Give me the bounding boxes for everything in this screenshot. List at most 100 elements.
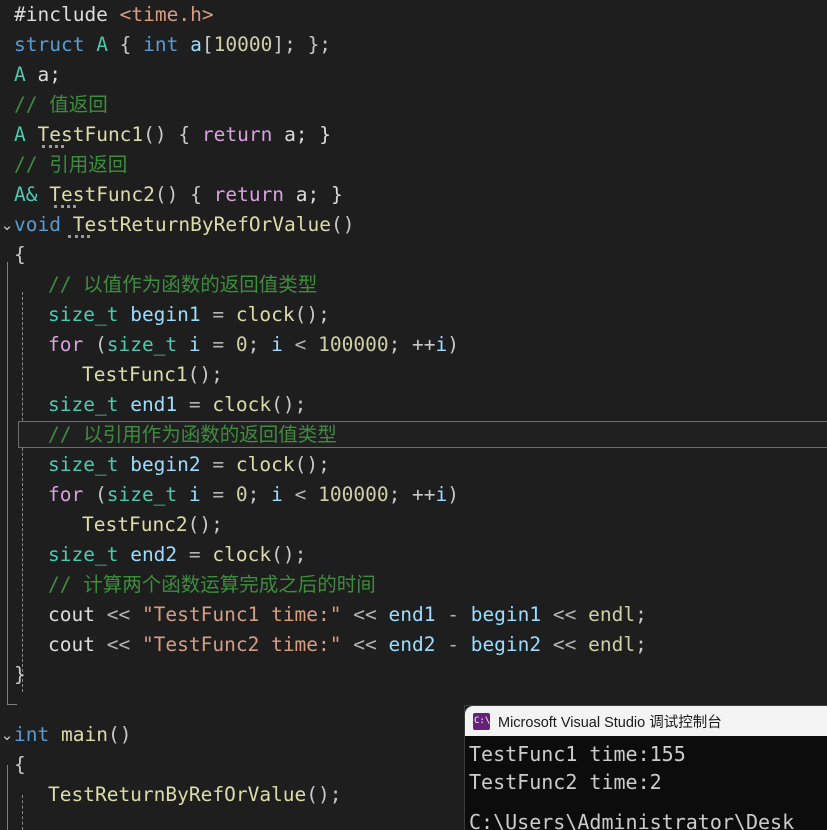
token-type: A xyxy=(14,123,26,146)
code-text: void TestReturnByRefOrValue() xyxy=(14,210,354,240)
code-line[interactable]: A& TestFunc2() { return a; } xyxy=(0,180,827,210)
fold-chevron-icon[interactable]: ⌄ xyxy=(0,720,14,750)
token-punct: ]; }; xyxy=(272,33,332,56)
code-text: size_t begin1 = clock(); xyxy=(48,300,330,330)
token-ctrl: return xyxy=(201,123,273,146)
token-var: i xyxy=(435,333,448,356)
token-op: << xyxy=(541,603,589,626)
token-op: = xyxy=(200,453,236,476)
token-str: <time.h> xyxy=(119,3,214,26)
token-plain: #include xyxy=(14,3,120,26)
token-punct: (); xyxy=(271,393,307,416)
code-line[interactable]: // 计算两个函数运算完成之后的时间 xyxy=(0,570,827,600)
code-line[interactable]: for (size_t i = 0; i < 100000; ++i) xyxy=(0,330,827,360)
code-text: // 以引用作为函数的返回值类型 xyxy=(48,420,337,450)
console-title-bar[interactable]: Microsoft Visual Studio 调试控制台 xyxy=(465,706,827,736)
token-op: = xyxy=(177,393,213,416)
token-var: begin1 xyxy=(130,303,201,326)
code-text: TestFunc1(); xyxy=(82,360,223,390)
code-line[interactable]: } xyxy=(0,660,827,690)
token-cmt: // 计算两个函数运算完成之后的时间 xyxy=(48,573,376,596)
token-type: size_t xyxy=(106,333,178,356)
token-type: size_t xyxy=(48,543,119,566)
token-num: 0 xyxy=(235,333,248,356)
code-line[interactable]: // 以引用作为函数的返回值类型 xyxy=(0,420,827,450)
token-op: = xyxy=(200,303,236,326)
code-line[interactable]: cout << "TestFunc1 time:" << end1 - begi… xyxy=(0,600,827,630)
code-line[interactable]: struct A { int a[10000]; }; xyxy=(0,30,827,60)
token-type: A xyxy=(96,33,108,56)
token-punct: () { xyxy=(143,123,202,146)
token-op: = xyxy=(177,543,213,566)
quick-action-hint-underline[interactable] xyxy=(42,142,64,148)
code-text: } xyxy=(14,660,26,690)
token-num: endl xyxy=(588,633,636,656)
quick-action-hint-underline[interactable] xyxy=(54,202,76,208)
code-line[interactable]: size_t end1 = clock(); xyxy=(0,390,827,420)
token-var: begin1 xyxy=(470,603,542,626)
code-line[interactable]: // 引用返回 xyxy=(0,150,827,180)
code-line[interactable]: size_t end2 = clock(); xyxy=(0,540,827,570)
token-str: "TestFunc2 time:" xyxy=(141,633,342,656)
console-output-area[interactable]: TestFunc1 time:155 TestFunc2 time:2 C:\Use… xyxy=(465,736,827,830)
token-punct: (); xyxy=(294,453,330,476)
token-kw: void xyxy=(14,213,61,236)
token-ctrl: return xyxy=(213,183,285,206)
code-line[interactable]: cout << "TestFunc2 time:" << end2 - begi… xyxy=(0,630,827,660)
token-kw: struct xyxy=(14,33,97,56)
token-plain: a; } xyxy=(272,123,332,146)
code-line[interactable]: // 值返回 xyxy=(0,90,827,120)
code-line[interactable]: { xyxy=(0,240,827,270)
token-punct: (); xyxy=(187,363,223,386)
token-fn: TestReturnByRefOrValue xyxy=(72,213,331,236)
fold-chevron-icon[interactable]: ⌄ xyxy=(0,210,14,240)
token-fn: clock xyxy=(235,303,295,326)
token-op: < xyxy=(282,483,319,506)
debug-console-window[interactable]: Microsoft Visual Studio 调试控制台 TestFunc1 … xyxy=(465,706,827,830)
token-var: i xyxy=(271,483,283,506)
code-line[interactable]: // 以值作为函数的返回值类型 xyxy=(0,270,827,300)
token-var: i xyxy=(435,483,448,506)
code-line[interactable]: #include <time.h> xyxy=(0,0,827,30)
token-punct: [ xyxy=(201,33,214,56)
token-punct: ; xyxy=(247,483,272,506)
token-cmt: // 以引用作为函数的返回值类型 xyxy=(48,423,337,446)
token-op: << xyxy=(341,633,389,656)
code-line[interactable]: A a; xyxy=(0,60,827,90)
token-fn: TestFunc2 xyxy=(82,513,188,536)
code-text: #include <time.h> xyxy=(14,0,214,30)
token-op: << xyxy=(94,633,142,656)
quick-action-hint-underline[interactable] xyxy=(68,232,90,238)
code-line[interactable]: TestFunc2(); xyxy=(0,510,827,540)
code-line[interactable]: ⌄ void TestReturnByRefOrValue() xyxy=(0,210,827,240)
code-text: TestReturnByRefOrValue(); xyxy=(48,780,342,810)
token-var: begin2 xyxy=(130,453,201,476)
token-num: 100000 xyxy=(318,483,389,506)
console-output-line: C:\Users\Administrator\Desk xyxy=(469,810,795,830)
code-text: size_t begin2 = clock(); xyxy=(48,450,330,480)
code-line[interactable]: A TestFunc1() { return a; } xyxy=(0,120,827,150)
token-num: 100000 xyxy=(318,333,389,356)
token-cmt: // 引用返回 xyxy=(14,153,128,176)
token-op: - xyxy=(435,633,471,656)
token-punct: ) xyxy=(447,333,460,356)
token-op: << xyxy=(341,603,389,626)
token-fn: clock xyxy=(212,393,272,416)
token-punct: ; xyxy=(635,633,647,656)
code-line[interactable]: size_t begin1 = clock(); xyxy=(0,300,827,330)
code-line[interactable]: for (size_t i = 0; i < 100000; ++i) xyxy=(0,480,827,510)
token-punct: { xyxy=(14,753,26,776)
code-line[interactable]: size_t begin2 = clock(); xyxy=(0,450,827,480)
token-op: - xyxy=(435,603,471,626)
code-text: struct A { int a[10000]; }; xyxy=(14,30,331,60)
code-line[interactable]: TestFunc1(); xyxy=(0,360,827,390)
code-text: // 值返回 xyxy=(14,90,108,120)
code-line-container: #include <time.h> struct A { int a[10000]… xyxy=(0,0,827,810)
token-punct: ; xyxy=(635,603,647,626)
console-window-icon xyxy=(473,712,490,730)
